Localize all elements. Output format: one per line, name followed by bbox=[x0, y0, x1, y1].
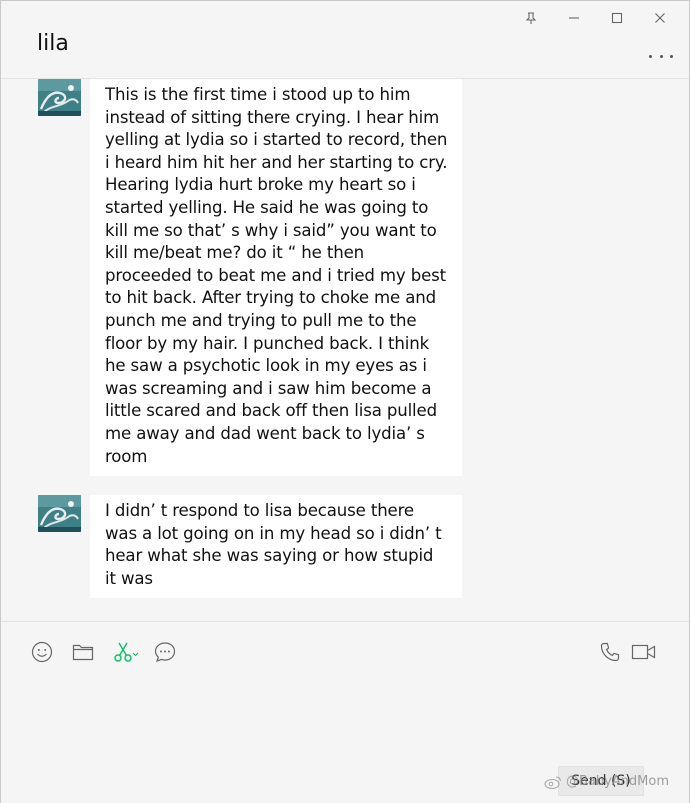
watermark: @BabyAndMom bbox=[544, 774, 669, 789]
minimize-icon[interactable] bbox=[552, 7, 595, 29]
emoji-icon[interactable] bbox=[31, 640, 72, 664]
pin-icon[interactable] bbox=[509, 7, 552, 29]
message-list[interactable]: This is the first time i stood up to him… bbox=[1, 79, 689, 621]
video-call-icon[interactable] bbox=[621, 640, 657, 664]
avatar[interactable] bbox=[38, 79, 81, 116]
avatar[interactable] bbox=[38, 495, 81, 532]
message-bubble: I didn’ t respond to lisa because there … bbox=[90, 495, 462, 599]
chat-history-icon[interactable] bbox=[154, 640, 195, 664]
window-controls bbox=[509, 7, 681, 29]
weibo-logo-icon bbox=[544, 775, 561, 789]
scissors-icon[interactable] bbox=[113, 640, 154, 664]
composer-toolbar-right bbox=[585, 640, 657, 664]
composer-toolbar-left bbox=[31, 640, 195, 664]
close-icon[interactable] bbox=[638, 7, 681, 29]
watermark-text: @BabyAndMom bbox=[565, 774, 669, 789]
maximize-icon[interactable] bbox=[595, 7, 638, 29]
chat-title: lila bbox=[37, 31, 69, 56]
phone-icon[interactable] bbox=[585, 640, 621, 664]
message-input[interactable] bbox=[21, 672, 669, 762]
chat-window: lila This is the first time i stood up t… bbox=[0, 0, 690, 803]
composer: Send (S) @BabyAndMom bbox=[1, 621, 689, 803]
folder-icon[interactable] bbox=[72, 640, 113, 664]
message-bubble: This is the first time i stood up to him… bbox=[90, 79, 462, 477]
more-options-icon[interactable] bbox=[649, 51, 673, 61]
